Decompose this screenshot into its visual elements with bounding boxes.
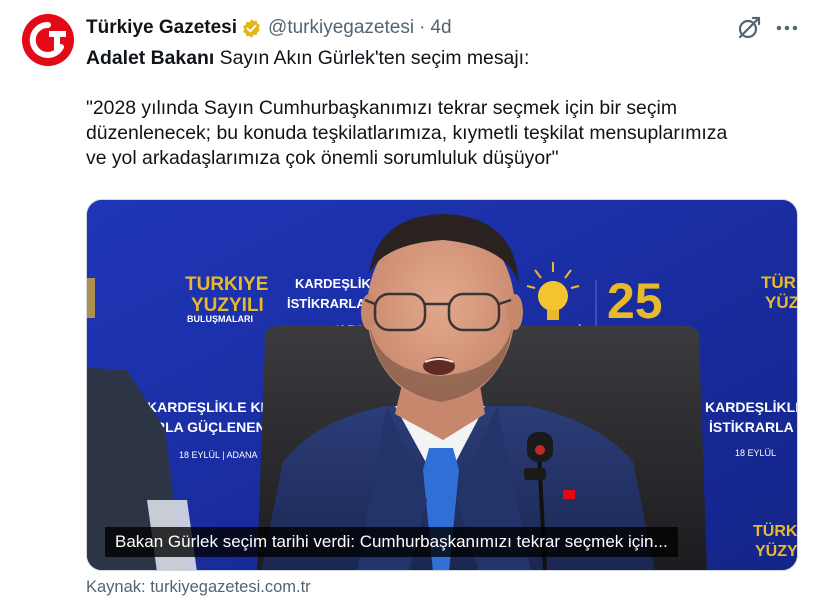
backdrop-istikrarla-right: İSTİKRARLA GÜÇ [709, 419, 798, 435]
post-text: Adalet Bakanı Sayın Akın Gürlek'ten seçi… [86, 46, 802, 171]
quote-line-2: düzenlenecek; bu konuda teşkilatlarımıza… [86, 122, 728, 144]
backdrop-bulusmalari: BULUŞMALARI [187, 314, 253, 324]
backdrop-yuzyili: YUZYILI [191, 295, 264, 316]
turkiye-gazetesi-logo-icon [22, 14, 74, 66]
grok-icon[interactable] [736, 15, 762, 41]
post-text-bold: Adalet Bakanı [86, 47, 215, 69]
backdrop-eylul-adana: 18 EYLÜL | ADANA [179, 450, 258, 460]
verified-badge-icon[interactable] [241, 18, 262, 39]
post-video[interactable]: TURKIYE YUZYILI BULUŞMALARI KARDEŞLİKLE … [86, 199, 798, 571]
quote-line-3: ve yol arkadaşlarımıza çok önemli soruml… [86, 147, 559, 169]
backdrop-istikrarla: İSTİKRARLA [287, 296, 366, 311]
backdrop-kardeslikle-right: KARDEŞLİKLE K [705, 399, 798, 415]
separator-dot: · [419, 17, 426, 38]
quote-line-1: "2028 yılında Sayın Cumhurbaşkanımızı te… [86, 97, 677, 119]
backdrop-yuzyili-right: YÜZYIL [765, 293, 798, 312]
more-options-icon[interactable] [774, 15, 800, 41]
video-frame: TURKIYE YUZYILI BULUŞMALARI KARDEŞLİKLE … [87, 200, 798, 570]
post-header: Türkiye Gazetesi @turkiyegazetesi · 4d [86, 15, 452, 41]
backdrop-rla-guclenen: RLA GÜÇLENEN [155, 419, 266, 435]
backdrop-eylul-right: 18 EYLÜL [735, 448, 776, 458]
backdrop-yuzyili-bottom: YÜZYIL [755, 541, 798, 560]
post-text-gap [86, 71, 802, 96]
post-text-rest: Sayın Akın Gürlek'ten seçim mesajı: [214, 47, 530, 69]
link-source[interactable]: Kaynak: turkiyegazetesi.com.tr [86, 578, 311, 597]
video-caption: Bakan Gürlek seçim tarihi verdi: Cumhurb… [105, 527, 678, 557]
timestamp[interactable]: 4d [430, 17, 451, 39]
backdrop-25: 25 [607, 273, 663, 329]
backdrop-turkiye-bottom: TÜRKİYE [753, 521, 798, 540]
backdrop-turkiye: TURKIYE [185, 274, 268, 295]
display-name[interactable]: Türkiye Gazetesi [86, 17, 237, 39]
handle[interactable]: @turkiyegazetesi [268, 17, 414, 39]
post-text-line-1: Adalet Bakanı Sayın Akın Gürlek'ten seçi… [86, 46, 802, 71]
backdrop-turkiye-right: TÜRKİYE [761, 273, 798, 292]
avatar[interactable] [22, 14, 74, 66]
